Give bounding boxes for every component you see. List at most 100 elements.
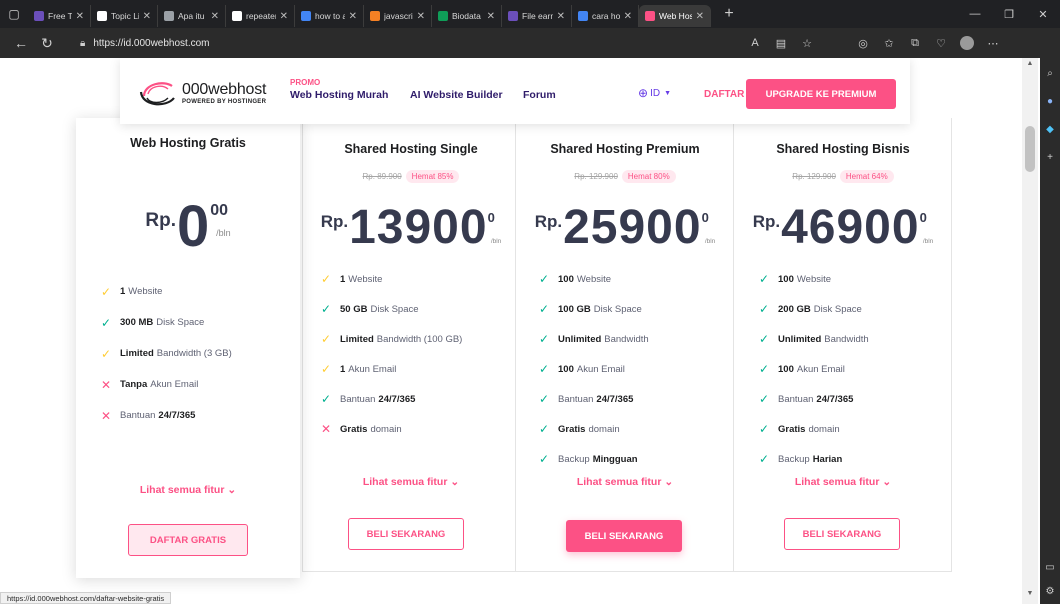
tab-title: Apa itu Rep... — [178, 11, 207, 21]
profile-avatar[interactable] — [960, 36, 974, 50]
price-cents: 00 — [210, 202, 229, 219]
restore-icon[interactable]: ❐ — [992, 0, 1026, 28]
see-all-features-link[interactable]: Lihat semua fitur ⌄ — [516, 476, 734, 488]
nav-web-hosting-murah[interactable]: Web Hosting Murah — [290, 89, 388, 101]
browser-tab[interactable]: repeater ad... ✕ — [226, 5, 295, 27]
feature-item: ✓ 1 Website — [318, 264, 520, 294]
check-icon: ✓ — [538, 332, 550, 346]
feature-highlight: Gratis — [778, 423, 806, 435]
feature-highlight: Gratis — [558, 423, 586, 435]
browser-tab[interactable]: Topic Listin... ✕ — [91, 5, 158, 27]
close-tab-icon[interactable]: ✕ — [624, 11, 632, 22]
new-tab-button[interactable]: + — [717, 5, 741, 23]
scroll-thumb[interactable] — [1025, 126, 1035, 172]
tab-favicon-icon — [645, 11, 655, 21]
signup-link[interactable]: DAFTAR — [704, 89, 744, 100]
back-icon[interactable]: ← — [8, 30, 34, 56]
feature-highlight: Harian — [812, 453, 843, 465]
nav-forum[interactable]: Forum — [523, 89, 556, 101]
favorites-icon[interactable]: ✩ — [876, 32, 902, 54]
feature-item: ✓ Backup Harian — [756, 444, 952, 474]
chevron-down-icon: ⌄ — [227, 484, 237, 496]
shopping-icon[interactable]: ● — [1043, 94, 1057, 108]
tab-favicon-icon — [370, 11, 380, 21]
feature-list: ✓ 100 Website ✓ 100 GB Disk Space ✓ Unlimited Ba… — [516, 264, 734, 474]
check-icon: ✓ — [758, 272, 770, 286]
check-icon: ✓ — [538, 362, 550, 376]
check-icon: ✓ — [758, 362, 770, 376]
feature-text: domain — [588, 423, 620, 435]
feature-item: ✓ Limited Bandwidth (3 GB) — [98, 338, 300, 369]
feature-highlight: Limited — [340, 333, 374, 345]
buy-now-button[interactable]: BELI SEKARANG — [348, 518, 464, 550]
scroll-down-icon[interactable]: ▼ — [1022, 590, 1038, 602]
browser-tab[interactable]: cara hostin... ✕ — [572, 5, 639, 27]
reader-view-icon[interactable]: ▤ — [768, 32, 794, 54]
plan-title: Shared Hosting Bisnis — [776, 142, 910, 156]
plan-card-single: Shared Hosting Single Rp. 89.900 Hemat 8… — [302, 118, 520, 572]
feature-highlight: Gratis — [340, 423, 368, 435]
discount-row: Rp. 89.900 Hemat 85% — [302, 170, 520, 183]
signup-free-button[interactable]: DAFTAR GRATIS — [128, 524, 248, 556]
feature-highlight: 24/7/365 — [158, 410, 196, 421]
site-logo[interactable]: 000webhost POWERED BY HOSTINGER — [138, 76, 266, 110]
browser-tab[interactable]: Free Templ... ✕ — [28, 5, 91, 27]
buy-now-button[interactable]: BELI SEKARANG — [784, 518, 900, 550]
check-icon: ✓ — [320, 392, 332, 406]
tab-actions-icon[interactable]: ▢ — [0, 0, 28, 28]
refresh-icon[interactable]: ↻ — [34, 30, 60, 56]
plan-title: Shared Hosting Single — [344, 142, 478, 156]
url-field[interactable]: 🔒︎ https://id.000webhost.com — [80, 32, 770, 54]
browser-tab[interactable]: how to add... ✕ — [295, 5, 364, 27]
sidebar-layout-icon[interactable]: ▭ — [1043, 560, 1057, 574]
see-all-features-link[interactable]: Lihat semua fitur ⌄ — [734, 476, 952, 488]
close-window-icon[interactable]: ✕ — [1026, 0, 1060, 28]
collections-icon[interactable]: ⧉ — [902, 32, 928, 54]
close-tab-icon[interactable]: ✕ — [76, 11, 84, 22]
cross-icon: ✕ — [320, 422, 332, 436]
sidebar-settings-icon[interactable]: ⚙ — [1043, 584, 1057, 598]
browser-tab[interactable]: Biodata Ma... ✕ — [432, 5, 502, 27]
feature-item: ✓ Limited Bandwidth (100 GB) — [318, 324, 520, 354]
favorite-star-icon[interactable]: ☆ — [794, 32, 820, 54]
feature-text: Website — [128, 286, 163, 297]
tab-favicon-icon — [232, 11, 242, 21]
search-icon[interactable]: ⌕ — [1043, 66, 1057, 80]
tab-title: Web Hostin... — [659, 11, 692, 21]
upgrade-premium-button[interactable]: UPGRADE KE PREMIUM — [746, 79, 896, 109]
feature-list: ✓ 1 Website ✓ 50 GB Disk Space ✓ Limited Bandwid… — [302, 264, 520, 444]
feature-item: ✓ Gratis domain — [756, 414, 952, 444]
office-icon[interactable]: ◆ — [1043, 122, 1057, 136]
browser-tab[interactable]: Web Hostin... ✕ — [639, 5, 711, 27]
page-scrollbar[interactable]: ▲ ▼ — [1022, 58, 1038, 604]
globe-icon: ⊕ — [638, 86, 649, 100]
see-all-label: Lihat semua fitur — [794, 476, 880, 488]
feature-item: ✓ 100 Website — [756, 264, 952, 294]
close-tab-icon[interactable]: ✕ — [211, 11, 219, 22]
close-tab-icon[interactable]: ✕ — [417, 11, 425, 22]
close-tab-icon[interactable]: ✕ — [349, 11, 357, 22]
scroll-up-icon[interactable]: ▲ — [1022, 60, 1038, 72]
close-tab-icon[interactable]: ✕ — [557, 11, 565, 22]
minimize-icon[interactable]: — — [958, 0, 992, 28]
see-all-features-link[interactable]: Lihat semua fitur ⌄ — [302, 476, 520, 488]
close-tab-icon[interactable]: ✕ — [143, 11, 151, 22]
buy-now-button[interactable]: BELI SEKARANG — [566, 520, 682, 552]
browser-tab[interactable]: Apa itu Rep... ✕ — [158, 5, 226, 27]
browser-essentials-icon[interactable]: ♡ — [928, 32, 954, 54]
more-menu-icon[interactable]: ⋯ — [980, 32, 1006, 54]
close-tab-icon[interactable]: ✕ — [280, 11, 288, 22]
close-tab-icon[interactable]: ✕ — [487, 11, 495, 22]
browser-tab[interactable]: File earmar... ✕ — [502, 5, 572, 27]
nav-ai-website-builder[interactable]: AI Website Builder — [410, 89, 503, 101]
see-all-features-link[interactable]: Lihat semua fitur ⌄ — [76, 484, 300, 496]
feature-text: Disk Space — [156, 317, 205, 328]
read-aloud-icon[interactable]: A — [742, 32, 768, 54]
language-selector[interactable]: ⊕ ID ▼ — [638, 86, 671, 100]
feature-text: domain — [370, 423, 402, 435]
browser-tab[interactable]: javascript -... ✕ — [364, 5, 432, 27]
close-tab-icon[interactable]: ✕ — [696, 11, 704, 22]
add-sidebar-app-icon[interactable]: + — [1043, 150, 1057, 164]
feature-text: Bantuan — [340, 393, 376, 405]
extension-icon[interactable]: ◎ — [850, 32, 876, 54]
